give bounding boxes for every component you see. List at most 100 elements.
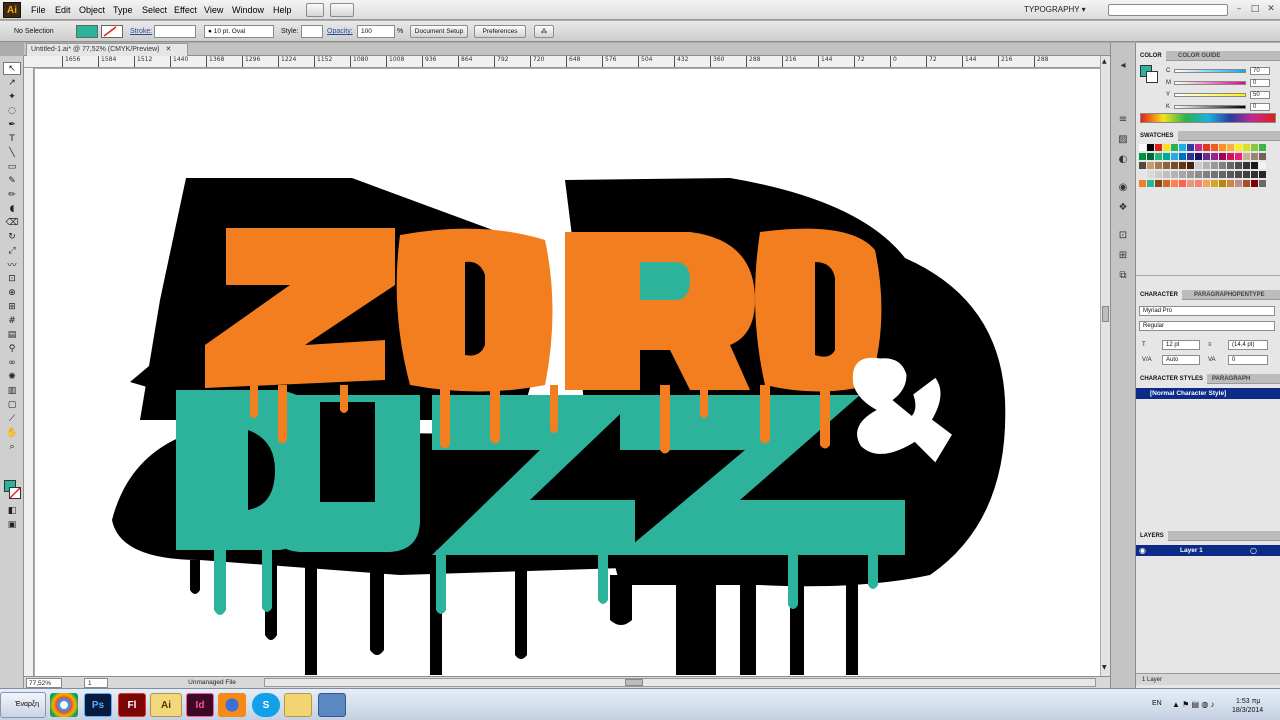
swatch-chip[interactable] [1203,153,1210,160]
document-setup-button[interactable]: Document Setup [410,25,468,38]
tab-color[interactable]: COLOR [1136,51,1166,61]
swatch-chip[interactable] [1211,171,1218,178]
stroke-panel-icon[interactable]: ≡ [1116,113,1130,127]
swatch-chip[interactable] [1147,144,1154,151]
bridge-icon[interactable] [306,3,324,17]
skype-icon[interactable]: S [252,693,280,717]
start-button[interactable]: Έναρξη [0,692,46,718]
swatch-chip[interactable] [1179,162,1186,169]
menu-effect[interactable]: Effect [171,3,200,17]
tray-icons[interactable]: ▲ ⚑ ▤ ◍ ♪ [1172,700,1215,709]
color-mode-icon[interactable]: ◧ [3,504,21,517]
screen-capture-icon[interactable] [318,693,346,717]
artboard-canvas[interactable] [35,69,1100,676]
cmyk-slider[interactable] [1174,93,1246,97]
swatch-chip[interactable] [1227,153,1234,160]
vertical-scrollbar[interactable]: ▲ ▼ [1100,56,1110,676]
swatch-chip[interactable] [1179,171,1186,178]
help-search-input[interactable] [1108,4,1228,16]
swatch-chip[interactable] [1179,153,1186,160]
swatch-chip[interactable] [1139,144,1146,151]
rectangle-tool-icon[interactable]: ▭ [3,160,21,173]
tab-swatches[interactable]: SWATCHES [1136,131,1178,141]
swatch-footer-icons[interactable] [1136,275,1280,285]
tab-character-styles[interactable]: CHARACTER STYLES [1136,374,1208,384]
cmyk-value[interactable]: 50 [1250,91,1270,99]
color-stroke-icon[interactable] [1146,71,1158,83]
paintbrush-tool-icon[interactable]: ✎ [3,174,21,187]
swatch-chip[interactable] [1243,162,1250,169]
cmyk-slider[interactable] [1174,81,1246,85]
swatch-chip[interactable] [1155,162,1162,169]
scroll-thumb[interactable] [1102,306,1109,322]
perspective-grid-tool-icon[interactable]: ⊞ [3,300,21,313]
swatch-chip[interactable] [1187,180,1194,187]
slice-tool-icon[interactable]: ⟋ [3,412,21,425]
swatch-chip[interactable] [1195,153,1202,160]
swatch-chip[interactable] [1195,162,1202,169]
artboard-tool-icon[interactable]: ▢ [3,398,21,411]
tracking-field[interactable]: 0 [1228,355,1268,365]
magic-wand-tool-icon[interactable]: ✦ [3,90,21,103]
kerning-field[interactable]: Auto [1162,355,1200,365]
tab-character[interactable]: CHARACTER [1136,290,1182,300]
tab-paragraph-styles[interactable]: PARAGRAPH [1208,374,1254,384]
swatch-chip[interactable] [1147,180,1154,187]
swatch-chip[interactable] [1147,171,1154,178]
swatch-chip[interactable] [1235,171,1242,178]
swatch-chip[interactable] [1163,162,1170,169]
cmyk-slider[interactable] [1174,69,1246,73]
swatch-chip[interactable] [1147,153,1154,160]
swatch-chip[interactable] [1251,144,1258,151]
collapse-panels-icon[interactable]: ◂ [1116,59,1130,73]
transform-panel-icon[interactable]: ⊡ [1116,229,1130,243]
horizontal-scrollbar[interactable] [264,678,1096,687]
clock-time[interactable]: 1:53 πμ [1236,698,1260,706]
graphic-style-picker[interactable] [301,25,323,38]
swatch-chip[interactable] [1243,144,1250,151]
swatch-chip[interactable] [1147,162,1154,169]
swatch-chip[interactable] [1243,153,1250,160]
swatch-chip[interactable] [1211,153,1218,160]
column-graph-tool-icon[interactable]: ▥ [3,384,21,397]
swatch-chip[interactable] [1155,144,1162,151]
menu-edit[interactable]: Edit [52,3,74,17]
close-icon[interactable]: ✕ [1264,3,1278,15]
photoshop-icon[interactable]: Ps [84,693,112,717]
cmyk-value[interactable]: 0 [1250,79,1270,87]
artboard-number[interactable]: 1 [84,678,108,688]
swatch-chip[interactable] [1155,180,1162,187]
blob-brush-tool-icon[interactable]: ◖ [3,202,21,215]
layer-name[interactable]: Layer 1 [1180,545,1203,556]
restore-icon[interactable]: □ [1248,3,1262,15]
type-tool-icon[interactable]: T [3,132,21,145]
language-indicator[interactable]: EN [1152,700,1162,707]
arrange-documents-icon[interactable] [330,3,354,17]
blend-tool-icon[interactable]: ∞ [3,356,21,369]
swatch-chip[interactable] [1171,171,1178,178]
swatch-grid[interactable] [1139,144,1277,202]
swatch-chip[interactable] [1211,180,1218,187]
close-tab-icon[interactable]: ✕ [165,46,171,53]
free-transform-tool-icon[interactable]: ⊡ [3,272,21,285]
stroke-weight-field[interactable] [154,25,196,38]
tab-opentype[interactable]: OPENTYPE [1228,290,1269,300]
swatch-chip[interactable] [1219,144,1226,151]
menu-type[interactable]: Type [110,3,136,17]
gradient-tool-icon[interactable]: ▤ [3,328,21,341]
shape-builder-tool-icon[interactable]: ⊕ [3,286,21,299]
swatch-chip[interactable] [1195,180,1202,187]
stroke-label[interactable]: Stroke: [130,26,152,37]
swatch-chip[interactable] [1259,162,1266,169]
swatch-chip[interactable] [1195,144,1202,151]
leading-field[interactable]: (14,4 pt) [1228,340,1268,350]
swatch-chip[interactable] [1163,144,1170,151]
layer-target-icon[interactable]: ○ [1250,545,1257,556]
swatch-chip[interactable] [1259,153,1266,160]
selection-tool-icon[interactable]: ↖ [3,62,21,75]
opacity-field[interactable]: 100 [357,25,395,38]
warp-tool-icon[interactable]: 〰 [3,258,21,271]
swatch-chip[interactable] [1259,180,1266,187]
scale-tool-icon[interactable]: ⤢ [3,244,21,257]
hand-tool-icon[interactable]: ✋ [3,426,21,439]
